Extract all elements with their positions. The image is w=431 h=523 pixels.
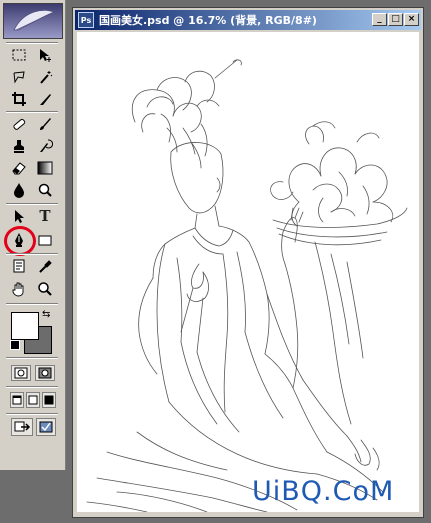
- hand-tool-icon[interactable]: [9, 279, 29, 299]
- document-title: 国画美女.psd @ 16.7% (背景, RGB/8#): [99, 14, 317, 27]
- close-button[interactable]: ×: [404, 13, 419, 26]
- eraser-tool-icon[interactable]: [9, 158, 29, 178]
- shape-tool-icon[interactable]: [35, 230, 55, 250]
- notes-tool-icon[interactable]: [9, 256, 29, 276]
- toolbox-divider: [6, 413, 58, 415]
- toolbox-divider: [6, 253, 58, 255]
- document-window: Ps 国画美女.psd @ 16.7% (背景, RGB/8#) _ □ ×: [72, 7, 424, 518]
- toolbox-divider: [6, 111, 58, 113]
- full-screen-mode-button[interactable]: [42, 392, 56, 408]
- quick-mask-mode-button[interactable]: [35, 365, 55, 381]
- toolbox-divider: [6, 303, 58, 305]
- eyedropper-tool-icon[interactable]: [35, 256, 55, 276]
- clone-stamp-tool-icon[interactable]: [9, 136, 29, 156]
- zoom-tool-icon[interactable]: [35, 279, 55, 299]
- line-art-lady-with-peony-image: [86, 59, 408, 513]
- marquee-tool-icon[interactable]: [9, 45, 29, 65]
- crop-tool-icon[interactable]: [9, 89, 29, 109]
- slice-tool-icon[interactable]: [35, 89, 55, 109]
- magic-wand-tool-icon[interactable]: [35, 67, 55, 87]
- default-colors-icon[interactable]: [10, 340, 20, 350]
- toolbox-divider: [6, 42, 58, 44]
- foreground-color-swatch[interactable]: [11, 312, 39, 340]
- photoshop-document-icon: Ps: [78, 12, 94, 28]
- toolbox-divider: [6, 357, 58, 359]
- pen-tool-highlight: [4, 226, 36, 256]
- type-tool-icon[interactable]: T: [35, 206, 55, 226]
- imageready-icon[interactable]: [36, 418, 56, 436]
- blur-tool-icon[interactable]: [9, 180, 29, 200]
- maximize-button[interactable]: □: [388, 13, 403, 26]
- path-selection-tool-icon[interactable]: [9, 206, 29, 226]
- lasso-tool-icon[interactable]: [9, 67, 29, 87]
- brush-tool-icon[interactable]: [35, 114, 55, 134]
- standard-mode-button[interactable]: [11, 365, 31, 381]
- minimize-button[interactable]: _: [372, 13, 387, 26]
- feather-icon: [13, 9, 56, 31]
- healing-brush-tool-icon[interactable]: [9, 114, 29, 134]
- document-title-bar[interactable]: Ps 国画美女.psd @ 16.7% (背景, RGB/8#) _ □ ×: [75, 10, 421, 30]
- move-tool-icon[interactable]: [35, 45, 55, 65]
- history-brush-tool-icon[interactable]: [35, 136, 55, 156]
- gradient-tool-icon[interactable]: [35, 158, 55, 178]
- toolbox-logo[interactable]: [3, 3, 63, 39]
- swap-colors-icon[interactable]: ⇆: [42, 309, 50, 320]
- jump-to-imageready-button[interactable]: [11, 418, 33, 436]
- toolbox-divider: [6, 203, 58, 205]
- toolbox-divider: [6, 386, 58, 388]
- dodge-tool-icon[interactable]: [35, 180, 55, 200]
- watermark-text: UiBQ.CoM: [252, 476, 395, 507]
- standard-screen-mode-button[interactable]: [10, 392, 24, 408]
- full-screen-menu-mode-button[interactable]: [26, 392, 40, 408]
- toolbox-panel: T ⇆: [0, 0, 66, 470]
- image-canvas[interactable]: [77, 32, 419, 513]
